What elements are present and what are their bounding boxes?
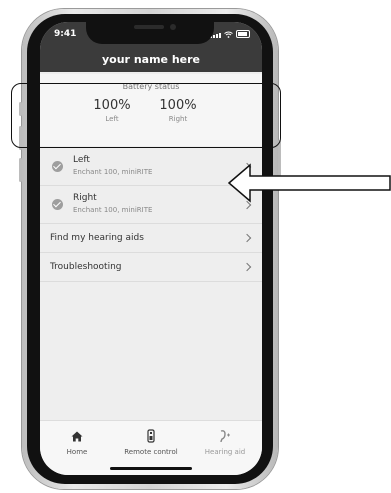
chevron-right-icon — [242, 262, 252, 272]
wifi-icon — [224, 31, 233, 38]
tab-home[interactable]: Home — [40, 429, 114, 456]
remote-control-icon — [147, 429, 155, 443]
tab-home-label: Home — [66, 448, 88, 456]
check-icon — [52, 161, 63, 172]
device-name: Left — [73, 155, 90, 165]
check-icon — [52, 199, 63, 210]
volume-down-button — [19, 158, 22, 182]
find-hearing-aids-label: Find my hearing aids — [50, 233, 144, 243]
front-camera — [170, 24, 176, 30]
battery-icon — [236, 30, 250, 38]
find-hearing-aids-row[interactable]: Find my hearing aids — [40, 224, 262, 253]
tab-remote-control-label: Remote control — [124, 448, 178, 456]
battery-highlight-box — [11, 83, 281, 148]
troubleshooting-row[interactable]: Troubleshooting — [40, 253, 262, 282]
device-name: Right — [73, 193, 97, 203]
tab-remote-control[interactable]: Remote control — [114, 429, 188, 456]
device-model: Enchant 100, miniRITE — [73, 168, 153, 176]
app-title: your name here — [102, 53, 200, 66]
phone-notch — [86, 20, 214, 44]
home-icon — [71, 431, 83, 441]
app-header: your name here — [40, 48, 262, 72]
status-time: 9:41 — [54, 29, 77, 39]
speaker-grille — [134, 25, 164, 29]
pointer-arrow — [228, 163, 391, 203]
tab-hearing-aid[interactable]: Hearing aid — [188, 429, 262, 456]
home-indicator — [110, 467, 192, 470]
hearing-aid-icon — [220, 430, 230, 443]
device-model: Enchant 100, miniRITE — [73, 206, 153, 214]
tab-hearing-aid-label: Hearing aid — [204, 448, 246, 456]
chevron-right-icon — [242, 233, 252, 243]
troubleshooting-label: Troubleshooting — [50, 262, 122, 272]
status-icons — [210, 30, 250, 38]
